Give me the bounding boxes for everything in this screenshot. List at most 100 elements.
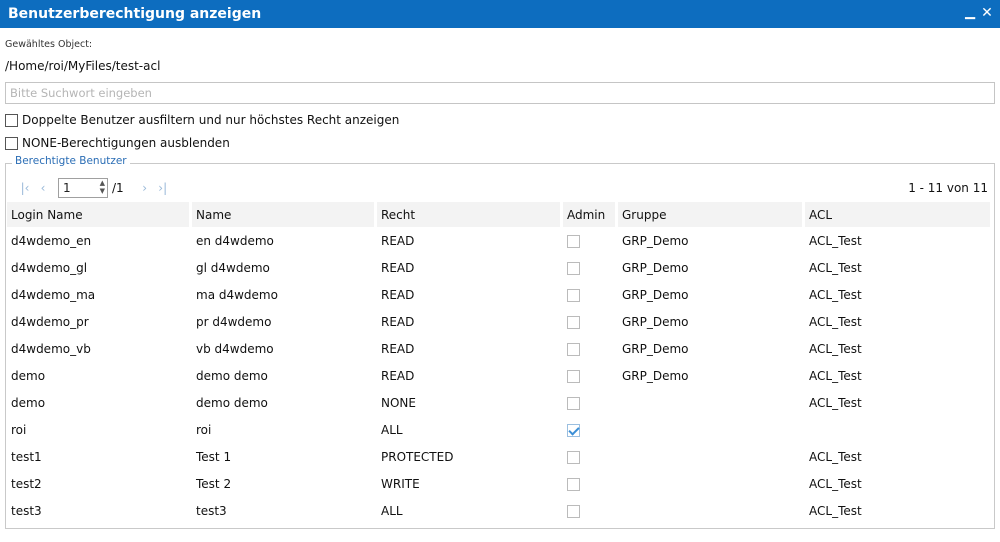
cell-name: test3 [196, 503, 227, 518]
next-page-icon[interactable]: › [136, 181, 154, 195]
cell-gruppe: GRP_Demo [622, 287, 689, 302]
minimize-icon[interactable]: ▁ [962, 5, 978, 21]
cell-login: roi [11, 422, 27, 437]
cell-admin [563, 497, 618, 524]
admin-checkbox[interactable] [567, 261, 580, 275]
permissions-table: Login Name Name Recht Admin Gruppe ACL d… [7, 202, 990, 524]
column-header-admin[interactable]: Admin [563, 202, 618, 227]
cell-gruppe [618, 389, 805, 416]
cell-gruppe [618, 497, 805, 524]
cell-admin [563, 281, 618, 308]
cell-admin [563, 389, 618, 416]
table-row[interactable]: d4wdemo_en en d4wdemo READ GRP_Demo ACL_Test [7, 227, 990, 254]
column-header-login[interactable]: Login Name [7, 202, 192, 227]
cell-acl [805, 416, 990, 443]
cell-admin [563, 227, 618, 254]
prev-page-icon[interactable]: ‹ [34, 181, 52, 195]
window-titlebar: Benutzerberechtigung anzeigen ▁ ✕ [0, 0, 1000, 28]
dedupe-checkbox[interactable] [5, 113, 18, 127]
table-row[interactable]: test3 test3 ALL ACL_Test [7, 497, 990, 524]
close-icon[interactable]: ✕ [979, 5, 995, 21]
cell-name: pr d4wdemo [196, 314, 272, 329]
admin-checkbox[interactable] [567, 423, 580, 437]
option-dedupe-users[interactable]: Doppelte Benutzer ausfiltern und nur höc… [5, 113, 399, 127]
search-input[interactable] [5, 82, 995, 104]
cell-login: d4wdemo_gl [11, 260, 88, 275]
cell-recht: READ [381, 233, 415, 248]
table-row[interactable]: test2 Test 2 WRITE ACL_Test [7, 470, 990, 497]
first-page-icon[interactable]: |‹ [16, 181, 34, 195]
column-header-recht[interactable]: Recht [377, 202, 563, 227]
cell-login: d4wdemo_pr [11, 314, 89, 329]
cell-name: en d4wdemo [196, 233, 274, 248]
admin-checkbox[interactable] [567, 477, 580, 491]
cell-acl: ACL_Test [809, 233, 862, 248]
cell-gruppe: GRP_Demo [622, 368, 689, 383]
last-page-icon[interactable]: ›| [154, 181, 172, 195]
admin-checkbox[interactable] [567, 369, 580, 383]
cell-recht: READ [381, 341, 415, 356]
table-row[interactable]: d4wdemo_ma ma d4wdemo READ GRP_Demo ACL_Test [7, 281, 990, 308]
cell-acl: ACL_Test [809, 314, 862, 329]
cell-acl: ACL_Test [809, 449, 862, 464]
admin-checkbox[interactable] [567, 342, 580, 356]
group-legend: Berechtigte Benutzer [12, 155, 130, 167]
admin-checkbox[interactable] [567, 315, 580, 329]
cell-name: demo demo [196, 368, 268, 383]
cell-login: test3 [11, 503, 42, 518]
admin-checkbox[interactable] [567, 396, 580, 410]
cell-login: test1 [11, 449, 42, 464]
cell-name: gl d4wdemo [196, 260, 270, 275]
admin-checkbox[interactable] [567, 288, 580, 302]
table-row[interactable]: roi roi ALL [7, 416, 990, 443]
column-header-gruppe[interactable]: Gruppe [618, 202, 805, 227]
cell-recht: READ [381, 260, 415, 275]
page-stepper[interactable]: 1 ▲ ▼ [58, 178, 108, 198]
cell-recht: WRITE [381, 476, 420, 491]
table-row[interactable]: demo demo demo NONE ACL_Test [7, 389, 990, 416]
table-row[interactable]: d4wdemo_vb vb d4wdemo READ GRP_Demo ACL_Test [7, 335, 990, 362]
table-row[interactable]: demo demo demo READ GRP_Demo ACL_Test [7, 362, 990, 389]
page-total: /1 [112, 181, 124, 195]
table-row[interactable]: d4wdemo_pr pr d4wdemo READ GRP_Demo ACL_Test [7, 308, 990, 335]
column-header-name[interactable]: Name [192, 202, 377, 227]
column-header-acl[interactable]: ACL [805, 202, 990, 227]
object-path: /Home/roi/MyFiles/test-acl [5, 59, 161, 73]
cell-gruppe [618, 470, 805, 497]
cell-acl: ACL_Test [809, 476, 862, 491]
cell-admin [563, 416, 618, 443]
cell-acl: ACL_Test [809, 368, 862, 383]
stepper-arrows-icon[interactable]: ▲ ▼ [100, 179, 105, 195]
option-hide-none[interactable]: NONE-Berechtigungen ausblenden [5, 136, 230, 150]
cell-gruppe [618, 443, 805, 470]
cell-recht: ALL [381, 503, 403, 518]
cell-name: ma d4wdemo [196, 287, 278, 302]
cell-name: Test 2 [196, 476, 232, 491]
pager: |‹ ‹ 1 ▲ ▼ /1 › ›| [16, 178, 172, 198]
hide-none-checkbox[interactable] [5, 136, 18, 150]
cell-name: vb d4wdemo [196, 341, 274, 356]
admin-checkbox[interactable] [567, 450, 580, 464]
cell-gruppe [618, 416, 805, 443]
cell-gruppe: GRP_Demo [622, 341, 689, 356]
table-header-row: Login Name Name Recht Admin Gruppe ACL [7, 202, 990, 227]
hide-none-label: NONE-Berechtigungen ausblenden [22, 136, 230, 150]
admin-checkbox[interactable] [567, 234, 580, 248]
cell-admin [563, 470, 618, 497]
table-row[interactable]: test1 Test 1 PROTECTED ACL_Test [7, 443, 990, 470]
cell-recht: PROTECTED [381, 449, 454, 464]
cell-login: d4wdemo_en [11, 233, 92, 248]
cell-login: test2 [11, 476, 42, 491]
cell-admin [563, 254, 618, 281]
admin-checkbox[interactable] [567, 504, 580, 518]
cell-login: d4wdemo_ma [11, 287, 96, 302]
cell-admin [563, 335, 618, 362]
cell-gruppe: GRP_Demo [622, 233, 689, 248]
cell-login: demo [11, 395, 46, 410]
cell-acl: ACL_Test [809, 287, 862, 302]
cell-recht: READ [381, 314, 415, 329]
cell-acl: ACL_Test [809, 260, 862, 275]
cell-recht: READ [381, 287, 415, 302]
table-row[interactable]: d4wdemo_gl gl d4wdemo READ GRP_Demo ACL_Test [7, 254, 990, 281]
cell-admin [563, 362, 618, 389]
